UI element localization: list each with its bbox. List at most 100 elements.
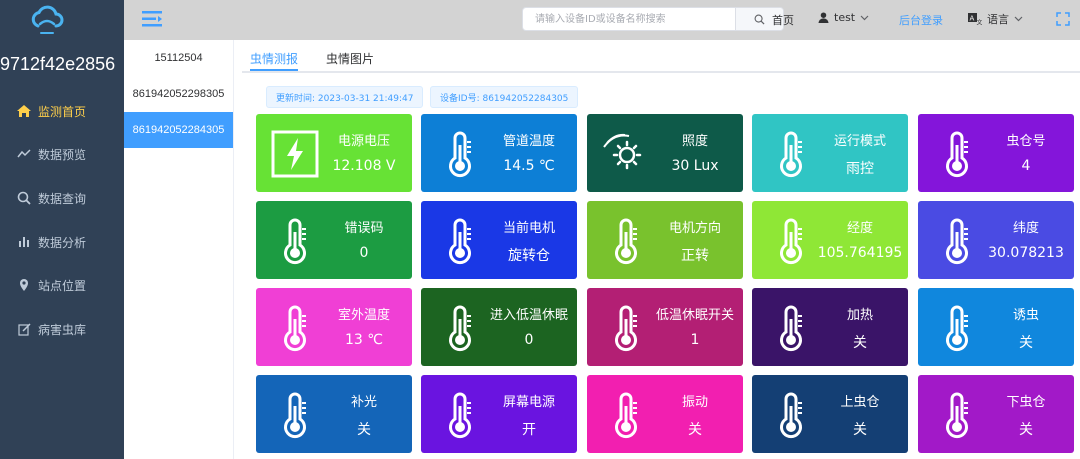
sensor-card-label: 加热 [846,308,873,323]
sensor-card-value: 关 [357,422,371,438]
sensor-card-label: 低温休眠开关 [655,308,734,323]
sidebar-item-label: 数据查询 [38,191,87,206]
sensor-card-label: 管道温度 [502,134,555,149]
search-icon [754,14,765,25]
sidebar-item-label: 数据分析 [38,235,87,250]
sensor-card-label: 错误码 [344,221,384,236]
sensor-card-value: 雨控 [846,161,874,177]
menu-toggle-icon[interactable] [142,10,162,28]
sensor-card[interactable]: 错误码 0 [256,201,412,279]
sidebar-item-data-query[interactable]: 数据查询 [0,178,124,218]
chevron-down-icon [860,15,869,20]
sensor-card[interactable]: 电机方向 正转 [587,201,743,279]
admin-login-link[interactable]: 后台登录 [899,12,943,28]
thermometer-icon [435,303,485,353]
update-time-tag: 更新时间: 2023-03-31 21:49:47 [266,86,424,108]
sensor-card[interactable]: 诱虫关 [918,288,1074,366]
thermometer-icon [766,303,816,353]
active-tab-indicator [250,69,298,71]
tab-bar: 虫情测报 虫情图片 [242,40,1080,73]
device-list-item[interactable]: 15112504 [124,40,233,76]
sensor-card-value: 0 [524,332,534,348]
sensor-card-label: 下虫仓 [1006,395,1046,410]
svg-text:文: 文 [977,19,983,26]
thermometer-icon [435,390,485,440]
sensor-card[interactable]: 电源电压 12.108 V [256,114,412,192]
tab-pest-images[interactable]: 虫情图片 [326,50,374,67]
cloud-logo-icon [31,5,64,34]
sidebar: 9712f42e2856 监测首页 数据预览 数据查询 数据分析 站点位置 病害 [0,0,124,459]
sidebar-item-label: 数据预览 [38,147,87,162]
sensor-card-label: 经度 [846,221,873,236]
sensor-card[interactable]: 上虫仓关 [752,375,908,453]
sensor-card[interactable]: 补光关 [256,375,412,453]
edit-icon [16,321,32,337]
sensor-card[interactable]: 照度 30 Lux [587,114,743,192]
sidebar-item-label: 站点位置 [38,278,87,293]
tab-pest-report[interactable]: 虫情测报 [250,50,298,67]
language-label: 语言 [987,13,1009,26]
sensor-card-label: 室外温度 [337,308,390,323]
thermometer-icon [601,216,651,266]
sensor-card[interactable]: 低温休眠开关 1 [587,288,743,366]
sidebar-item-pest-library[interactable]: 病害虫库 [0,309,124,349]
sensor-card[interactable]: 运行模式 雨控 [752,114,908,192]
device-list: 15112504 861942052298305 861942052284305 [124,40,234,459]
thermometer-icon [766,216,816,266]
thermometer-icon [766,129,816,179]
svg-text:A: A [970,15,975,23]
sensor-card[interactable]: 虫仓号 4 [918,114,1074,192]
sensor-card[interactable]: 下虫仓关 [918,375,1074,453]
sensor-card-value: 13 ℃ [345,332,383,348]
fullscreen-icon[interactable] [1056,12,1070,26]
sensor-card[interactable]: 纬度 30.078213 [918,201,1074,279]
sensor-card[interactable]: 当前电机 旋转仓 [421,201,577,279]
search-icon [16,190,32,206]
thermometer-icon [270,390,320,440]
thermometer-icon [270,303,320,353]
nav-home-link[interactable]: 首页 [772,12,794,28]
location-pin-icon [16,277,32,293]
sensor-card[interactable]: 振动关 [587,375,743,453]
user-name: test [834,11,856,24]
sensor-card-value: 关 [853,335,867,351]
sensor-card[interactable]: 屏幕电源开 [421,375,577,453]
sensor-card-value: 0 [359,245,369,261]
translate-icon: A文 [968,13,982,25]
thermometer-icon [601,303,651,353]
thermometer-icon [435,129,485,179]
user-dropdown[interactable]: test [818,11,869,24]
sensor-card[interactable]: 进入低温休眠 0 [421,288,577,366]
sidebar-item-data-preview[interactable]: 数据预览 [0,134,124,174]
top-header: 首页 test 后台登录 A文 语言 [124,0,1080,40]
sensor-card[interactable]: 室外温度 13 ℃ [256,288,412,366]
sensor-card-value: 30 Lux [671,158,719,174]
sensor-card-label: 诱虫 [1012,308,1039,323]
sensor-card-value: 关 [688,422,702,438]
device-search-input[interactable] [523,8,735,30]
sidebar-item-monitor-home[interactable]: 监测首页 [0,91,124,131]
thermometer-icon [435,216,485,266]
sensor-card[interactable]: 加热关 [752,288,908,366]
sensor-card[interactable]: 经度 105.764195 [752,201,908,279]
sensor-card-value: 关 [853,422,867,438]
lightning-icon [270,129,320,179]
search-box [522,7,784,31]
device-list-item-selected[interactable]: 861942052284305 [124,112,233,148]
language-dropdown[interactable]: A文 语言 [968,11,1023,27]
thermometer-icon [601,390,651,440]
thermometer-icon [932,216,982,266]
sidebar-item-label: 病害虫库 [38,322,87,337]
sensor-card-label: 当前电机 [502,221,555,236]
sensor-card-label: 电源电压 [337,134,390,149]
sensor-card-value: 1 [690,332,700,348]
sensor-card-value: 开 [522,422,536,438]
sensor-card[interactable]: 管道温度 14.5 ℃ [421,114,577,192]
device-list-item[interactable]: 861942052298305 [124,76,233,112]
chevron-down-icon [1014,16,1023,22]
sensor-card-label: 补光 [350,395,377,410]
sensor-card-label: 电机方向 [668,221,721,236]
sensor-card-label: 照度 [681,134,708,149]
sidebar-item-site-location[interactable]: 站点位置 [0,265,124,305]
sidebar-item-data-analysis[interactable]: 数据分析 [0,222,124,262]
